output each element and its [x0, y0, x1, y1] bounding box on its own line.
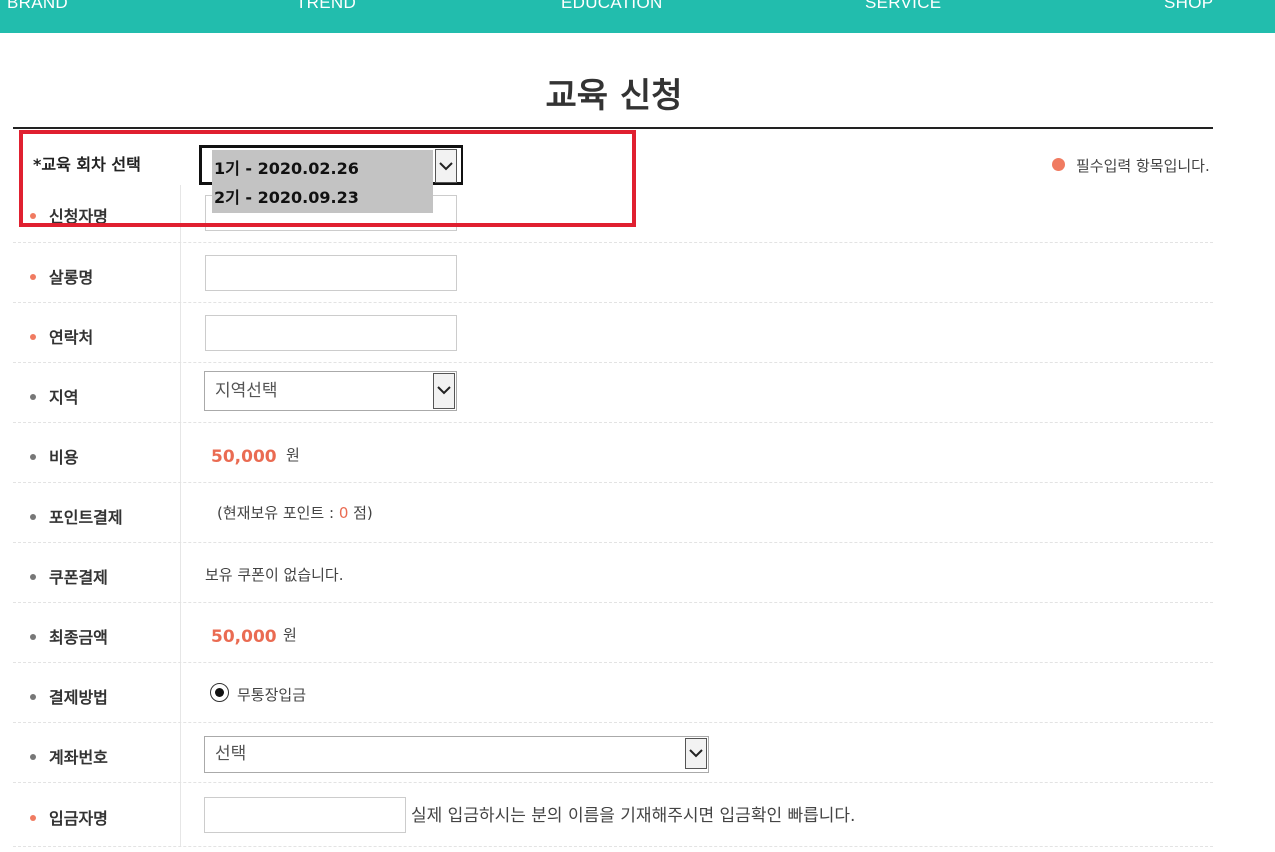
row-divider — [13, 782, 1213, 783]
region-label: 지역 — [30, 384, 78, 408]
session-label: *교육 회차 선택 — [33, 155, 141, 174]
depositor-hint: 실제 입금하시는 분의 이름을 기재해주시면 입금확인 빠릅니다. — [411, 806, 856, 826]
bullet-dot-icon — [30, 573, 36, 580]
salon-input[interactable] — [205, 255, 457, 291]
total-unit: 원 — [283, 626, 297, 644]
bullet-dot-icon — [30, 453, 36, 460]
coupon-label: 쿠폰결제 — [30, 564, 108, 588]
account-select[interactable]: 선택 — [204, 736, 709, 773]
required-dot-icon — [1052, 158, 1065, 171]
depositor-label: 입금자명 — [30, 805, 108, 829]
radio-selected-dot — [215, 688, 224, 697]
required-dot-icon — [30, 212, 36, 219]
row-divider — [13, 482, 1213, 483]
row-divider — [13, 242, 1213, 243]
required-dot-icon — [30, 333, 36, 340]
session-option-1[interactable]: 1기 - 2020.02.26 — [214, 155, 359, 179]
top-nav: BRAND TREND EDUCATION SERVICE SHOP — [0, 0, 1275, 33]
fee-label: 비용 — [30, 444, 78, 468]
contact-label: 연락처 — [30, 324, 93, 348]
row-divider — [13, 602, 1213, 603]
fee-unit: 원 — [286, 446, 300, 464]
required-note: 필수입력 항목입니다. — [1052, 155, 1210, 176]
nav-brand[interactable]: BRAND — [7, 0, 68, 13]
payment-label: 결제방법 — [30, 684, 108, 708]
bullet-dot-icon — [30, 393, 36, 400]
row-divider — [13, 662, 1213, 663]
nav-education[interactable]: EDUCATION — [561, 0, 663, 13]
bank-transfer-label[interactable]: 무통장입금 — [237, 684, 306, 705]
bullet-dot-icon — [30, 633, 36, 640]
depositor-input[interactable] — [204, 797, 406, 833]
session-dropdown-list: 1기 - 2020.02.26 2기 - 2020.09.23 — [212, 150, 433, 213]
contact-input[interactable] — [205, 315, 457, 351]
bank-transfer-radio[interactable] — [210, 683, 229, 702]
bullet-dot-icon — [30, 693, 36, 700]
total-label: 최종금액 — [30, 624, 108, 648]
bullet-dot-icon — [30, 513, 36, 520]
required-dot-icon — [30, 814, 36, 821]
point-value: 0 — [338, 504, 349, 522]
total-amount: 50,000 — [211, 627, 277, 647]
row-divider — [13, 362, 1213, 363]
nav-trend[interactable]: TREND — [296, 0, 356, 13]
required-dot-icon — [30, 273, 36, 280]
region-select-value: 지역선택 — [215, 381, 278, 401]
account-select-value: 선택 — [215, 744, 247, 764]
account-label: 계좌번호 — [30, 744, 108, 768]
row-divider — [13, 722, 1213, 723]
required-note-text: 필수입력 항목입니다. — [1076, 157, 1210, 175]
applicant-label: 신청자명 — [30, 203, 108, 227]
fee-amount: 50,000 — [211, 447, 277, 467]
salon-label: 살롱명 — [30, 264, 93, 288]
row-divider — [13, 542, 1213, 543]
coupon-text: 보유 쿠폰이 없습니다. — [205, 566, 344, 584]
label-column-divider — [180, 185, 181, 847]
point-label: 포인트결제 — [30, 504, 123, 528]
form-top-border — [13, 127, 1213, 129]
page-title: 교육 신청 — [545, 76, 683, 116]
region-select[interactable]: 지역선택 — [204, 371, 457, 411]
bullet-dot-icon — [30, 753, 36, 760]
row-divider — [13, 422, 1213, 423]
point-balance: (현재보유 포인트 : 0 점) — [217, 504, 373, 522]
nav-shop[interactable]: SHOP — [1164, 0, 1213, 13]
row-divider — [13, 846, 1213, 847]
chevron-down-icon[interactable] — [435, 149, 457, 183]
row-divider — [13, 302, 1213, 303]
session-option-2[interactable]: 2기 - 2020.09.23 — [214, 184, 359, 208]
chevron-down-icon[interactable] — [685, 738, 707, 769]
nav-service[interactable]: SERVICE — [865, 0, 941, 13]
chevron-down-icon[interactable] — [433, 373, 455, 409]
